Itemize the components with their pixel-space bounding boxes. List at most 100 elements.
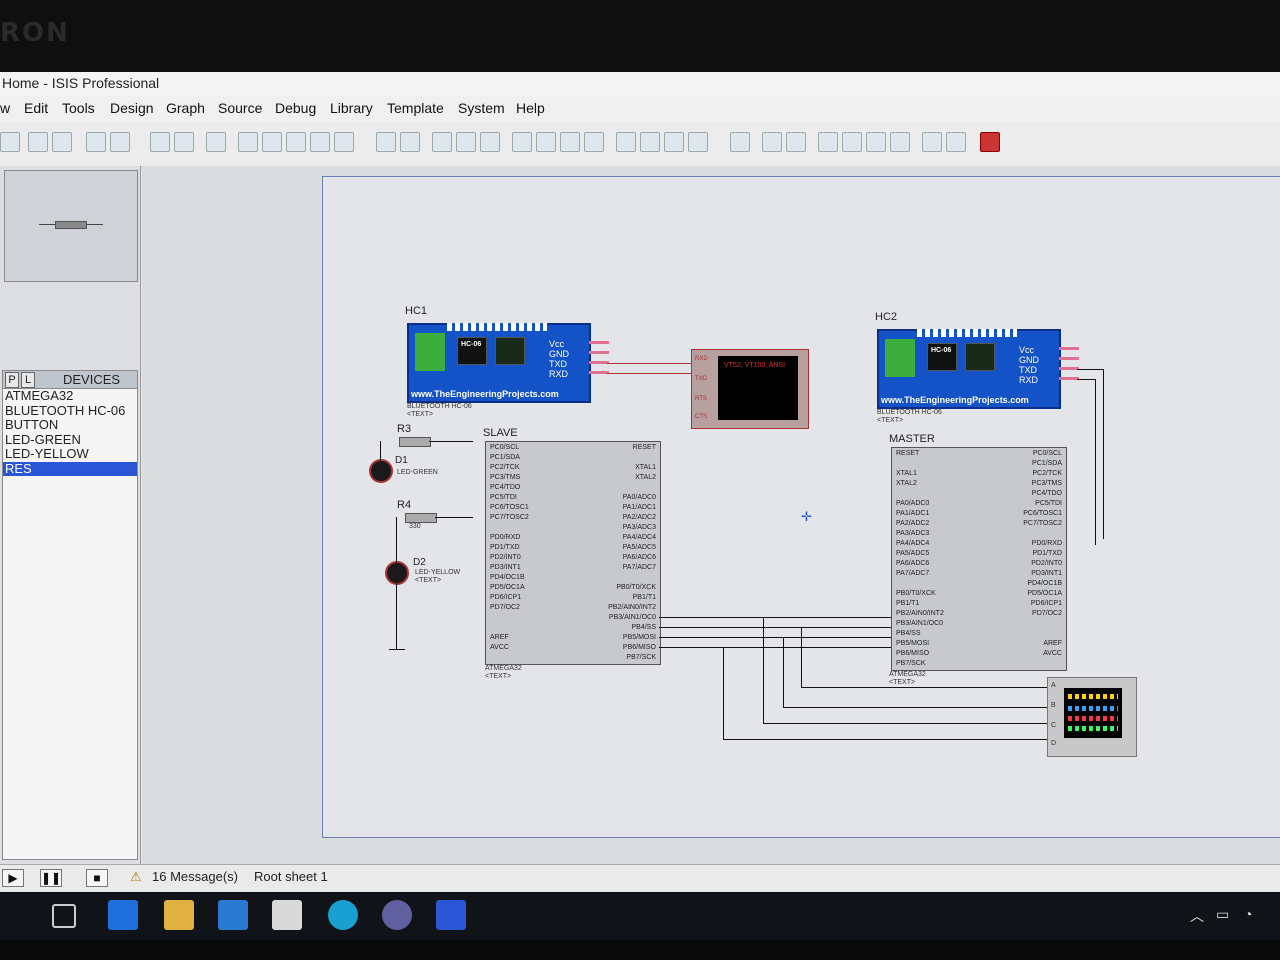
hc2-site: www.TheEngineeringProjects.com <box>881 395 1029 405</box>
ares-icon[interactable] <box>980 132 1000 152</box>
block-rotate-icon[interactable] <box>560 132 580 152</box>
save-icon[interactable] <box>0 132 20 152</box>
virtual-terminal[interactable]: RXD TXD RTS CTS VT52, VT100, ANSI <box>691 349 809 429</box>
cut-icon[interactable] <box>432 132 452 152</box>
tray-chevron-icon[interactable]: ︿ <box>1190 906 1204 926</box>
refresh-icon[interactable] <box>150 132 170 152</box>
pause-button[interactable]: ❚❚ <box>40 869 62 887</box>
menu-design[interactable]: Design <box>110 100 154 116</box>
mcu-pin-label: PA2/ADC2 <box>896 520 930 527</box>
zoom-all-icon[interactable] <box>310 132 330 152</box>
mcu-pin-label: PD7/OC2 <box>1032 610 1062 617</box>
device-item-led-green[interactable]: LED-GREEN <box>3 432 137 448</box>
r4-ref: R4 <box>397 499 412 511</box>
origin-icon[interactable] <box>206 132 226 152</box>
battery-icon[interactable]: ▭ <box>1216 906 1229 923</box>
property-assignment-icon[interactable] <box>786 132 806 152</box>
edge-icon[interactable] <box>108 900 138 930</box>
pick-devices-button[interactable]: P <box>5 372 19 388</box>
app-icon[interactable] <box>382 900 412 930</box>
master-text: <TEXT> <box>889 679 916 686</box>
import-icon[interactable] <box>28 132 48 152</box>
edge-new-icon[interactable] <box>328 900 358 930</box>
isis-icon[interactable] <box>436 900 466 930</box>
pick-device-icon[interactable] <box>616 132 636 152</box>
mcu-pin-label: PC2/TCK <box>490 464 520 471</box>
zoom-in-icon[interactable] <box>262 132 282 152</box>
menu-help[interactable]: Help <box>516 100 545 116</box>
pan-icon[interactable] <box>238 132 258 152</box>
menu-source[interactable]: Source <box>218 100 262 116</box>
device-item-res[interactable]: RES <box>3 461 137 476</box>
packaging-tool-icon[interactable] <box>664 132 684 152</box>
erc-icon[interactable] <box>946 132 966 152</box>
r3-ref: R3 <box>397 423 412 435</box>
slave-mcu[interactable]: PC0/SCL PC1/SDA PC2/TCK PC3/TMS PC4/TDO PC5/T… <box>485 441 661 665</box>
area-icon[interactable] <box>110 132 130 152</box>
menu-tools[interactable]: Tools <box>62 100 95 116</box>
hc2-module[interactable]: HC-06 Vcc GND TXD RXD www.TheEngineering… <box>877 329 1079 409</box>
scope-wave-b <box>1068 706 1118 711</box>
bom-icon[interactable] <box>922 132 942 152</box>
d1-led[interactable] <box>369 459 393 483</box>
menu-graph[interactable]: Graph <box>166 100 205 116</box>
device-item-button[interactable]: BUTTON <box>3 417 137 433</box>
status-bar: ▶ ❚❚ ■ ⚠ 16 Message(s) Root sheet 1 <box>0 864 1280 891</box>
zoom-out-icon[interactable] <box>286 132 306 152</box>
device-item-bluetooth[interactable]: BLUETOOTH HC-06 <box>3 403 137 419</box>
copy-icon[interactable] <box>456 132 476 152</box>
overview-window[interactable] <box>4 170 138 282</box>
mcu-pin-label: PD7/OC2 <box>490 604 520 611</box>
add-sheet-icon[interactable] <box>842 132 862 152</box>
export-icon[interactable] <box>52 132 72 152</box>
mcu-pin-label: PC3/TMS <box>1031 480 1062 487</box>
mcu-pin-label: PB2/AIN0/INT2 <box>608 604 656 611</box>
decompose-icon[interactable] <box>688 132 708 152</box>
oscilloscope[interactable]: A B C D <box>1047 677 1137 757</box>
undo-icon[interactable] <box>376 132 396 152</box>
menu-library[interactable]: Library <box>330 100 373 116</box>
menu-view[interactable]: w <box>0 100 10 116</box>
wifi-icon[interactable]: ◔ <box>1244 906 1252 922</box>
redo-icon[interactable] <box>400 132 420 152</box>
file-explorer-icon[interactable] <box>164 900 194 930</box>
remove-sheet-icon[interactable] <box>866 132 886 152</box>
device-item-led-yellow[interactable]: LED-YELLOW <box>3 446 137 462</box>
schematic-sheet[interactable]: HC1 HC-06 Vcc GND TXD RXD www.TheEnginee… <box>322 176 1280 838</box>
r4-resistor[interactable] <box>405 513 437 523</box>
task-view-icon[interactable] <box>52 904 76 928</box>
messages-count[interactable]: 16 Message(s) <box>152 869 238 884</box>
print-icon[interactable] <box>86 132 106 152</box>
schematic-canvas[interactable]: HC1 HC-06 Vcc GND TXD RXD www.TheEnginee… <box>142 166 1280 866</box>
make-device-icon[interactable] <box>640 132 660 152</box>
block-move-icon[interactable] <box>536 132 556 152</box>
library-manager-button[interactable]: L <box>21 372 35 388</box>
d2-led[interactable] <box>385 561 409 585</box>
wire-autorouter-icon[interactable] <box>730 132 750 152</box>
device-item-atmega32[interactable]: ATMEGA32 <box>3 388 137 404</box>
hc1-pin-stub <box>589 371 609 374</box>
play-button[interactable]: ▶ <box>2 869 24 887</box>
mcu-pin-label: PA2/ADC2 <box>622 514 656 521</box>
block-delete-icon[interactable] <box>584 132 604 152</box>
grid-icon[interactable] <box>174 132 194 152</box>
search-icon[interactable] <box>0 900 28 930</box>
r3-resistor[interactable] <box>399 437 431 447</box>
hc1-pin-txd: TXD <box>549 359 567 369</box>
zoom-area-icon[interactable] <box>334 132 354 152</box>
menu-debug[interactable]: Debug <box>275 100 316 116</box>
menu-system[interactable]: System <box>458 100 505 116</box>
store-icon[interactable] <box>218 900 248 930</box>
new-sheet-icon[interactable] <box>818 132 838 152</box>
goto-child-icon[interactable] <box>890 132 910 152</box>
master-mcu[interactable]: RESET XTAL1 XTAL2 PA0/ADC0 PA1/ADC1 PA2/ADC2 P… <box>891 447 1067 671</box>
menu-edit[interactable]: Edit <box>24 100 48 116</box>
search-tag-icon[interactable] <box>762 132 782 152</box>
mail-icon[interactable] <box>272 900 302 930</box>
menu-template[interactable]: Template <box>387 100 444 116</box>
device-list: ATMEGA32 BLUETOOTH HC-06 BUTTON LED-GREE… <box>2 388 138 860</box>
paste-icon[interactable] <box>480 132 500 152</box>
hc1-module[interactable]: HC-06 Vcc GND TXD RXD www.TheEngineering… <box>407 323 609 403</box>
block-copy-icon[interactable] <box>512 132 532 152</box>
stop-button[interactable]: ■ <box>86 869 108 887</box>
